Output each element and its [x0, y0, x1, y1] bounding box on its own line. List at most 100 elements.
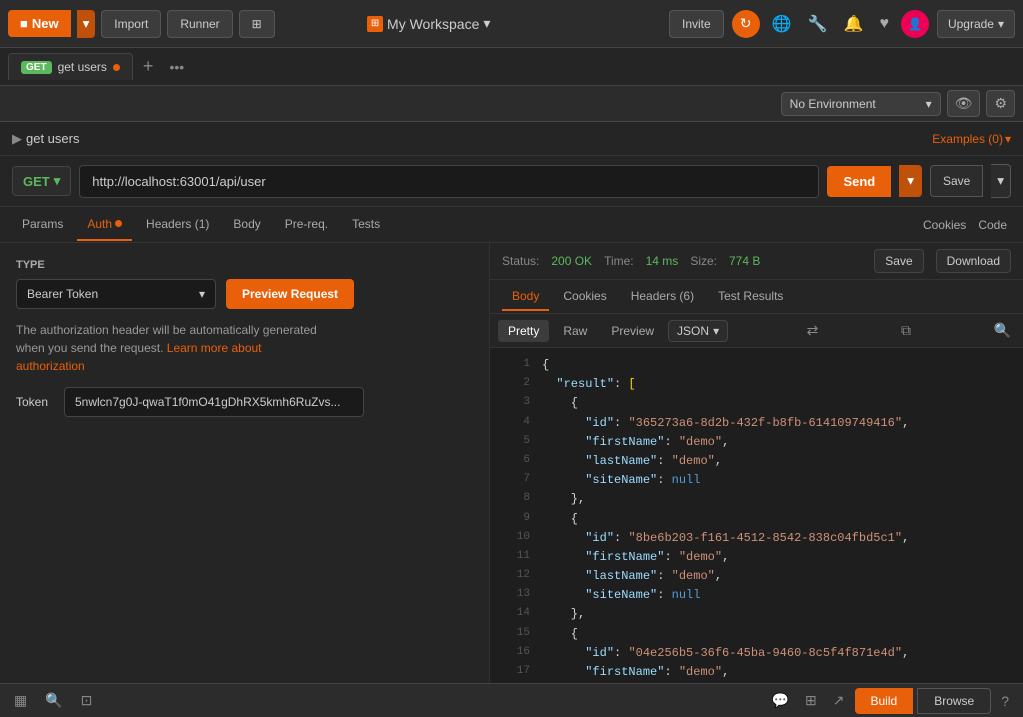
grid-button[interactable]: ⊞	[799, 688, 823, 714]
body-tab-label: Body	[233, 217, 260, 231]
bottom-bar: ▦ 🔍 ⊡ 💬 ⊞ ↗ Build Browse ?	[0, 683, 1023, 717]
code-link[interactable]: Code	[974, 214, 1011, 236]
resp-tab-test-results[interactable]: Test Results	[708, 283, 793, 311]
cookies-link[interactable]: Cookies	[919, 214, 970, 236]
resp-tab-body[interactable]: Body	[502, 283, 549, 311]
bearer-token-select[interactable]: Bearer Token ▾	[16, 279, 216, 309]
wrap-button[interactable]: ⇄	[803, 318, 823, 343]
preview-view-button[interactable]: Preview	[601, 320, 664, 342]
main-content: TYPE Bearer Token ▾ Preview Request The …	[0, 243, 1023, 716]
sync-button[interactable]: ↻	[732, 10, 760, 38]
learn-more-link[interactable]: Learn more about	[167, 341, 262, 355]
line-number: 4	[498, 414, 530, 433]
browse-icon-button[interactable]: 🌐	[768, 10, 796, 38]
layout-bottom-button[interactable]: ⊡	[75, 688, 99, 713]
token-row: Token	[16, 387, 473, 417]
save-button[interactable]: Save	[930, 165, 983, 197]
size-label: Size:	[690, 254, 717, 268]
method-select[interactable]: GET ▾	[12, 166, 71, 196]
auth-description: The authorization header will be automat…	[16, 321, 473, 375]
browse-button[interactable]: Browse	[917, 688, 991, 714]
more-tabs-button[interactable]: •••	[163, 59, 190, 75]
workspace-button[interactable]: ⊞ My Workspace ▾	[367, 15, 490, 32]
url-row: GET ▾ Send ▾ Save ▾	[0, 156, 1023, 207]
upgrade-button[interactable]: Upgrade ▾	[937, 10, 1015, 38]
save-dropdown-button[interactable]: ▾	[991, 164, 1011, 198]
line-number: 16	[498, 644, 530, 663]
line-content: "siteName": null	[542, 471, 700, 490]
code-line: 8 },	[490, 490, 1023, 509]
resp-tab-cookies[interactable]: Cookies	[553, 283, 616, 311]
invite-button[interactable]: Invite	[669, 10, 724, 38]
format-select[interactable]: JSON ▾	[668, 320, 728, 342]
preview-request-button[interactable]: Preview Request	[226, 279, 354, 309]
search-bottom-button[interactable]: 🔍	[39, 688, 68, 713]
new-button[interactable]: ■ New	[8, 10, 71, 37]
pretty-view-button[interactable]: Pretty	[498, 320, 549, 342]
env-row: No Environment ▾ 👁 ⚙	[0, 86, 1023, 122]
help-button[interactable]: ?	[995, 688, 1015, 714]
response-tabs: Body Cookies Headers (6) Test Results	[490, 280, 1023, 314]
url-input[interactable]	[79, 165, 819, 198]
tab-headers[interactable]: Headers (1)	[136, 209, 219, 241]
layout-button[interactable]: ⊞	[239, 10, 275, 38]
tab-bar: GET get users + •••	[0, 48, 1023, 86]
tab-prereq[interactable]: Pre-req.	[275, 209, 338, 241]
console-button[interactable]: ▦	[8, 688, 33, 713]
search-button[interactable]: 🔍	[990, 318, 1015, 343]
breadcrumb-title: get users	[26, 131, 79, 146]
tab-auth[interactable]: Auth	[77, 209, 132, 241]
token-input[interactable]	[64, 387, 364, 417]
line-number: 11	[498, 548, 530, 567]
tab-body[interactable]: Body	[223, 209, 270, 241]
request-tab[interactable]: GET get users	[8, 53, 133, 80]
env-eye-button[interactable]: 👁	[947, 90, 981, 117]
code-line: 6 "lastName": "demo",	[490, 452, 1023, 471]
examples-chevron-icon: ▾	[1005, 132, 1011, 146]
bell-icon-button[interactable]: 🔔	[840, 10, 868, 38]
line-content: "id": "365273a6-8d2b-432f-b8fb-614109749…	[542, 414, 909, 433]
tab-tests[interactable]: Tests	[342, 209, 390, 241]
headers-tab-label: Headers (1)	[146, 217, 209, 231]
line-number: 9	[498, 510, 530, 529]
env-settings-button[interactable]: ⚙	[986, 90, 1015, 117]
examples-link[interactable]: Examples (0) ▾	[932, 132, 1011, 146]
response-panel: Status: 200 OK Time: 14 ms Size: 774 B S…	[490, 243, 1023, 716]
authorization-link[interactable]: authorization	[16, 359, 85, 373]
line-content: "firstName": "demo",	[542, 663, 729, 682]
workspace-icon: ⊞	[367, 16, 383, 32]
response-save-button[interactable]: Save	[874, 249, 923, 273]
environment-select[interactable]: No Environment ▾	[781, 92, 941, 116]
code-line: 13 "siteName": null	[490, 586, 1023, 605]
line-number: 14	[498, 605, 530, 624]
runner-button[interactable]: Runner	[167, 10, 232, 38]
share-button[interactable]: ↗	[827, 688, 851, 714]
tab-right-actions: Cookies Code	[919, 214, 1011, 236]
add-tab-button[interactable]: +	[137, 56, 160, 77]
download-button[interactable]: Download	[936, 249, 1011, 273]
tab-title: get users	[58, 60, 107, 74]
import-button[interactable]: Import	[101, 10, 161, 38]
code-line: 3 {	[490, 394, 1023, 413]
format-label: JSON	[677, 324, 709, 338]
line-number: 1	[498, 356, 530, 375]
raw-view-button[interactable]: Raw	[553, 320, 597, 342]
wrench-icon-button[interactable]: 🔧	[804, 10, 832, 38]
send-button[interactable]: Send	[827, 166, 891, 197]
chat-button[interactable]: 💬	[766, 688, 795, 714]
tab-params[interactable]: Params	[12, 209, 73, 241]
new-dropdown-arrow[interactable]: ▾	[77, 10, 96, 38]
heart-icon-button[interactable]: ♥	[875, 11, 893, 37]
line-content: },	[542, 490, 585, 509]
line-content: {	[542, 394, 578, 413]
resp-tab-headers[interactable]: Headers (6)	[621, 283, 704, 311]
send-dropdown-button[interactable]: ▾	[899, 165, 922, 197]
build-button[interactable]: Build	[855, 688, 914, 714]
upgrade-chevron-icon: ▾	[998, 17, 1004, 31]
bottom-right: 💬 ⊞ ↗ Build Browse ?	[766, 688, 1015, 714]
code-line: 4 "id": "365273a6-8d2b-432f-b8fb-6141097…	[490, 414, 1023, 433]
copy-button[interactable]: ⧉	[897, 318, 915, 343]
tab-method-label: GET	[21, 61, 52, 74]
examples-label: Examples (0)	[932, 132, 1003, 146]
avatar[interactable]: 👤	[901, 10, 929, 38]
